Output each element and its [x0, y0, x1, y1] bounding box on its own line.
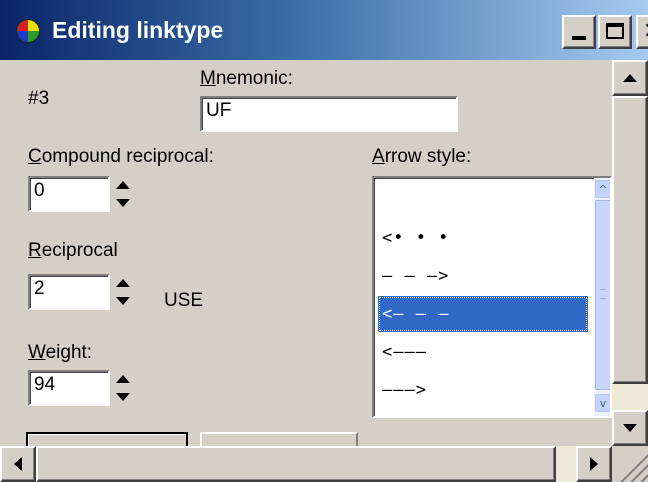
dialog-client-area: #3 Mnemonic: UF Compound reciprocal: 0 A… [0, 60, 612, 446]
record-number: #3 [28, 88, 50, 109]
weight-label: Weight: [28, 342, 92, 364]
scroll-up-button[interactable] [612, 60, 648, 96]
mnemonic-label-accelerator: M [200, 68, 216, 89]
arrow-left-icon [14, 457, 22, 471]
app-icon[interactable] [16, 19, 40, 43]
resize-grip[interactable] [612, 446, 648, 482]
arrow-style-option[interactable]: <——— [378, 334, 588, 370]
list-scroll-thumb[interactable] [595, 200, 610, 390]
weight-input[interactable]: 94 [28, 370, 110, 406]
mnemonic-label: Mnemonic: [200, 68, 293, 90]
arrow-style-option[interactable]: — — —> [378, 258, 588, 294]
reciprocal-label: Reciprocal [28, 240, 118, 262]
weight-label-accelerator: W [28, 342, 46, 363]
spin-up-icon [116, 375, 130, 383]
close-icon: ✕ [643, 20, 648, 44]
reciprocal-input[interactable]: 2 [28, 274, 110, 310]
weight-spinner[interactable] [112, 370, 134, 406]
spin-down-button[interactable] [112, 292, 134, 310]
arrow-down-icon [623, 424, 637, 432]
window-horizontal-scrollbar[interactable] [0, 446, 612, 482]
reciprocal-mnemonic-display: USE [164, 290, 204, 311]
reciprocal-spinner[interactable] [112, 274, 134, 310]
minimize-icon [572, 36, 586, 40]
compound-reciprocal-label-accelerator: C [28, 146, 42, 167]
compound-reciprocal-spinner[interactable] [112, 176, 134, 212]
secondary-button[interactable] [200, 432, 358, 446]
chevron-up-icon: ^ [598, 182, 608, 196]
minimize-button[interactable] [562, 15, 596, 49]
mnemonic-input[interactable]: UF [200, 96, 458, 132]
arrow-style-option[interactable]: <— — — [378, 296, 588, 332]
grip-icon [600, 289, 606, 299]
list-scroll-up-button[interactable]: ^ [595, 180, 610, 198]
arrow-style-label: Arrow style: [372, 146, 471, 168]
title-bar[interactable]: Editing linktype ✕ [0, 0, 648, 60]
vertical-scroll-thumb[interactable] [612, 96, 648, 384]
spin-up-button[interactable] [112, 370, 134, 388]
arrow-style-option[interactable]: <— —> [378, 410, 588, 416]
default-button[interactable] [26, 432, 188, 446]
spin-down-icon [116, 297, 130, 305]
weight-label-text: eight: [45, 342, 93, 363]
scroll-left-button[interactable] [0, 446, 36, 482]
maximize-button[interactable] [598, 15, 632, 49]
list-scroll-down-button[interactable]: v [595, 394, 610, 412]
reciprocal-label-accelerator: R [28, 240, 42, 261]
window-vertical-scrollbar[interactable] [612, 60, 648, 446]
compound-reciprocal-input[interactable]: 0 [28, 176, 110, 212]
spin-down-button[interactable] [112, 194, 134, 212]
arrow-right-icon [590, 457, 598, 471]
spin-up-icon [116, 279, 130, 287]
scroll-down-button[interactable] [612, 410, 648, 446]
spin-down-icon [116, 199, 130, 207]
arrow-up-icon [623, 74, 637, 82]
arrow-style-label-text: rrow style: [384, 146, 472, 167]
arrow-style-option[interactable]: <• • • [378, 220, 588, 256]
horizontal-scroll-thumb[interactable] [36, 446, 556, 482]
close-button[interactable]: ✕ [636, 15, 648, 49]
spin-up-button[interactable] [112, 176, 134, 194]
compound-reciprocal-label: Compound reciprocal: [28, 146, 214, 168]
spin-up-button[interactable] [112, 274, 134, 292]
list-scrollbar[interactable]: ^ v [594, 178, 610, 416]
maximize-icon [606, 23, 624, 39]
spin-down-icon [116, 393, 130, 401]
reciprocal-label-text: eciprocal [41, 240, 118, 261]
arrow-style-option[interactable]: ———> [378, 372, 588, 408]
spin-down-button[interactable] [112, 388, 134, 406]
spin-up-icon [116, 181, 130, 189]
compound-reciprocal-label-text: ompound reciprocal: [41, 146, 214, 167]
arrow-style-label-accelerator: A [372, 146, 385, 167]
window-title: Editing linktype [52, 17, 224, 43]
mnemonic-label-text: nemonic: [215, 68, 293, 89]
scroll-right-button[interactable] [576, 446, 612, 482]
chevron-down-icon: v [599, 396, 607, 410]
arrow-style-list[interactable]: <• • •— — —><— — —<——————> <— —> ^ v [372, 176, 612, 418]
